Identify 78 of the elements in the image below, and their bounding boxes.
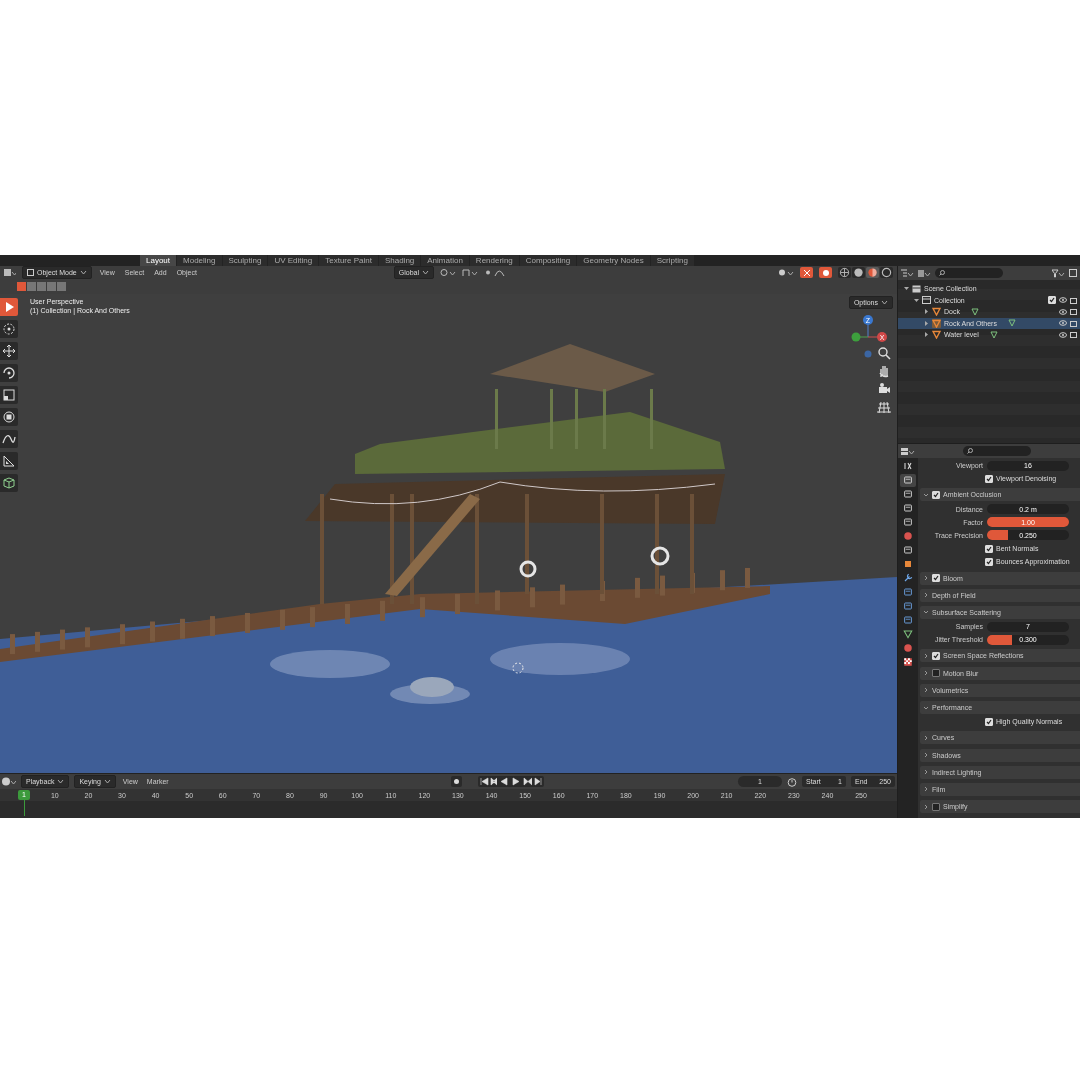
rendered-shading-icon[interactable] bbox=[880, 267, 893, 278]
collapsed-triangle-icon[interactable] bbox=[924, 309, 929, 315]
workspace-tab[interactable]: Geometry Nodes bbox=[577, 255, 650, 266]
scale-tool-icon[interactable] bbox=[0, 386, 18, 404]
panel-checkbox[interactable] bbox=[932, 574, 940, 582]
annotate-tool-icon[interactable] bbox=[0, 430, 18, 448]
caret-icon bbox=[103, 778, 111, 785]
eye-icon[interactable] bbox=[1059, 331, 1067, 338]
visibility-icon[interactable] bbox=[778, 268, 794, 277]
caret-icon bbox=[57, 778, 65, 785]
editor-type-icon[interactable] bbox=[2, 777, 16, 786]
transform-tool-icon[interactable] bbox=[0, 408, 18, 426]
checkbox[interactable] bbox=[985, 557, 993, 566]
mesh-data-icon bbox=[970, 307, 979, 316]
pivot-icon[interactable] bbox=[440, 268, 456, 277]
workspace-tab[interactable]: Modeling bbox=[177, 255, 222, 266]
workspace-tab[interactable]: Scripting bbox=[650, 255, 694, 266]
search-icon bbox=[967, 448, 973, 454]
workspace-tab[interactable]: Animation bbox=[421, 255, 469, 266]
workspace-tab[interactable]: Texture Paint bbox=[319, 255, 378, 266]
proportional-edit-icon[interactable] bbox=[484, 268, 506, 277]
hand-icon[interactable] bbox=[877, 364, 891, 378]
collapsed-triangle-icon[interactable] bbox=[924, 332, 929, 338]
collection-box-icon bbox=[922, 296, 931, 305]
select-tool-icon[interactable] bbox=[0, 298, 18, 316]
stopwatch-icon[interactable] bbox=[787, 776, 797, 787]
playback-controls-icon[interactable] bbox=[477, 776, 544, 787]
wireframe-shading-icon[interactable] bbox=[838, 267, 851, 278]
search-icon bbox=[939, 270, 945, 276]
panel-checkbox[interactable] bbox=[932, 669, 940, 678]
eye-icon[interactable] bbox=[1059, 320, 1067, 327]
editor-type-icon[interactable] bbox=[901, 446, 915, 456]
scene-collection-icon bbox=[912, 284, 921, 293]
checkbox[interactable] bbox=[985, 544, 993, 553]
zoom-icon[interactable] bbox=[877, 346, 891, 360]
rotate-tool-icon[interactable] bbox=[0, 364, 18, 382]
workspace-tab[interactable]: Sculpting bbox=[222, 255, 268, 266]
search-field[interactable] bbox=[963, 446, 1031, 456]
solid-shading-icon[interactable] bbox=[852, 267, 865, 278]
filter-scene-icon[interactable] bbox=[918, 268, 931, 278]
eye-icon[interactable] bbox=[1059, 308, 1067, 315]
collapsed-triangle-icon[interactable] bbox=[904, 286, 909, 292]
add-cube-tool-icon[interactable] bbox=[0, 474, 18, 492]
caret-icon bbox=[881, 299, 888, 306]
mesh-object-icon bbox=[932, 330, 941, 340]
move-tool-icon[interactable] bbox=[0, 342, 18, 360]
collapsed-triangle-icon[interactable] bbox=[924, 320, 929, 326]
playhead-line bbox=[24, 800, 25, 816]
checkbox[interactable] bbox=[985, 474, 993, 483]
caret-icon bbox=[422, 269, 429, 276]
filter-icon[interactable] bbox=[1052, 268, 1065, 278]
material-shading-icon[interactable] bbox=[866, 267, 879, 278]
measure-tool-icon[interactable] bbox=[0, 452, 18, 470]
eye-icon[interactable] bbox=[1059, 297, 1067, 304]
cursor-tool-icon[interactable] bbox=[0, 320, 18, 338]
workspace-tab[interactable]: Compositing bbox=[519, 255, 577, 266]
snap-icon[interactable] bbox=[462, 268, 478, 277]
display-mode-icon[interactable] bbox=[901, 268, 914, 278]
panel-checkbox[interactable] bbox=[932, 802, 940, 811]
editor-type-icon[interactable] bbox=[4, 268, 16, 277]
record-icon[interactable] bbox=[450, 776, 462, 787]
search-field[interactable] bbox=[935, 268, 1003, 278]
overlay-toggle-icon[interactable] bbox=[819, 267, 832, 278]
workspace-tab[interactable]: Layout bbox=[140, 255, 177, 266]
render-tab-icon[interactable] bbox=[900, 474, 916, 487]
workspace-tab[interactable]: Rendering bbox=[469, 255, 519, 266]
checkbox[interactable] bbox=[985, 717, 993, 726]
caret-icon bbox=[79, 269, 87, 276]
mesh-object-icon bbox=[932, 307, 941, 317]
workspace-tab[interactable]: Shading bbox=[378, 255, 421, 266]
new-collection-icon[interactable] bbox=[1069, 269, 1077, 277]
workspace-tab[interactable]: UV Editing bbox=[268, 255, 319, 266]
expanded-triangle-icon[interactable] bbox=[914, 297, 919, 303]
grid-icon[interactable] bbox=[877, 400, 891, 414]
mesh-object-icon bbox=[932, 318, 941, 328]
gizmo-toggle-icon[interactable] bbox=[800, 267, 813, 278]
exclude-checkbox[interactable] bbox=[1048, 296, 1056, 305]
data-tab-icon[interactable] bbox=[900, 628, 916, 641]
